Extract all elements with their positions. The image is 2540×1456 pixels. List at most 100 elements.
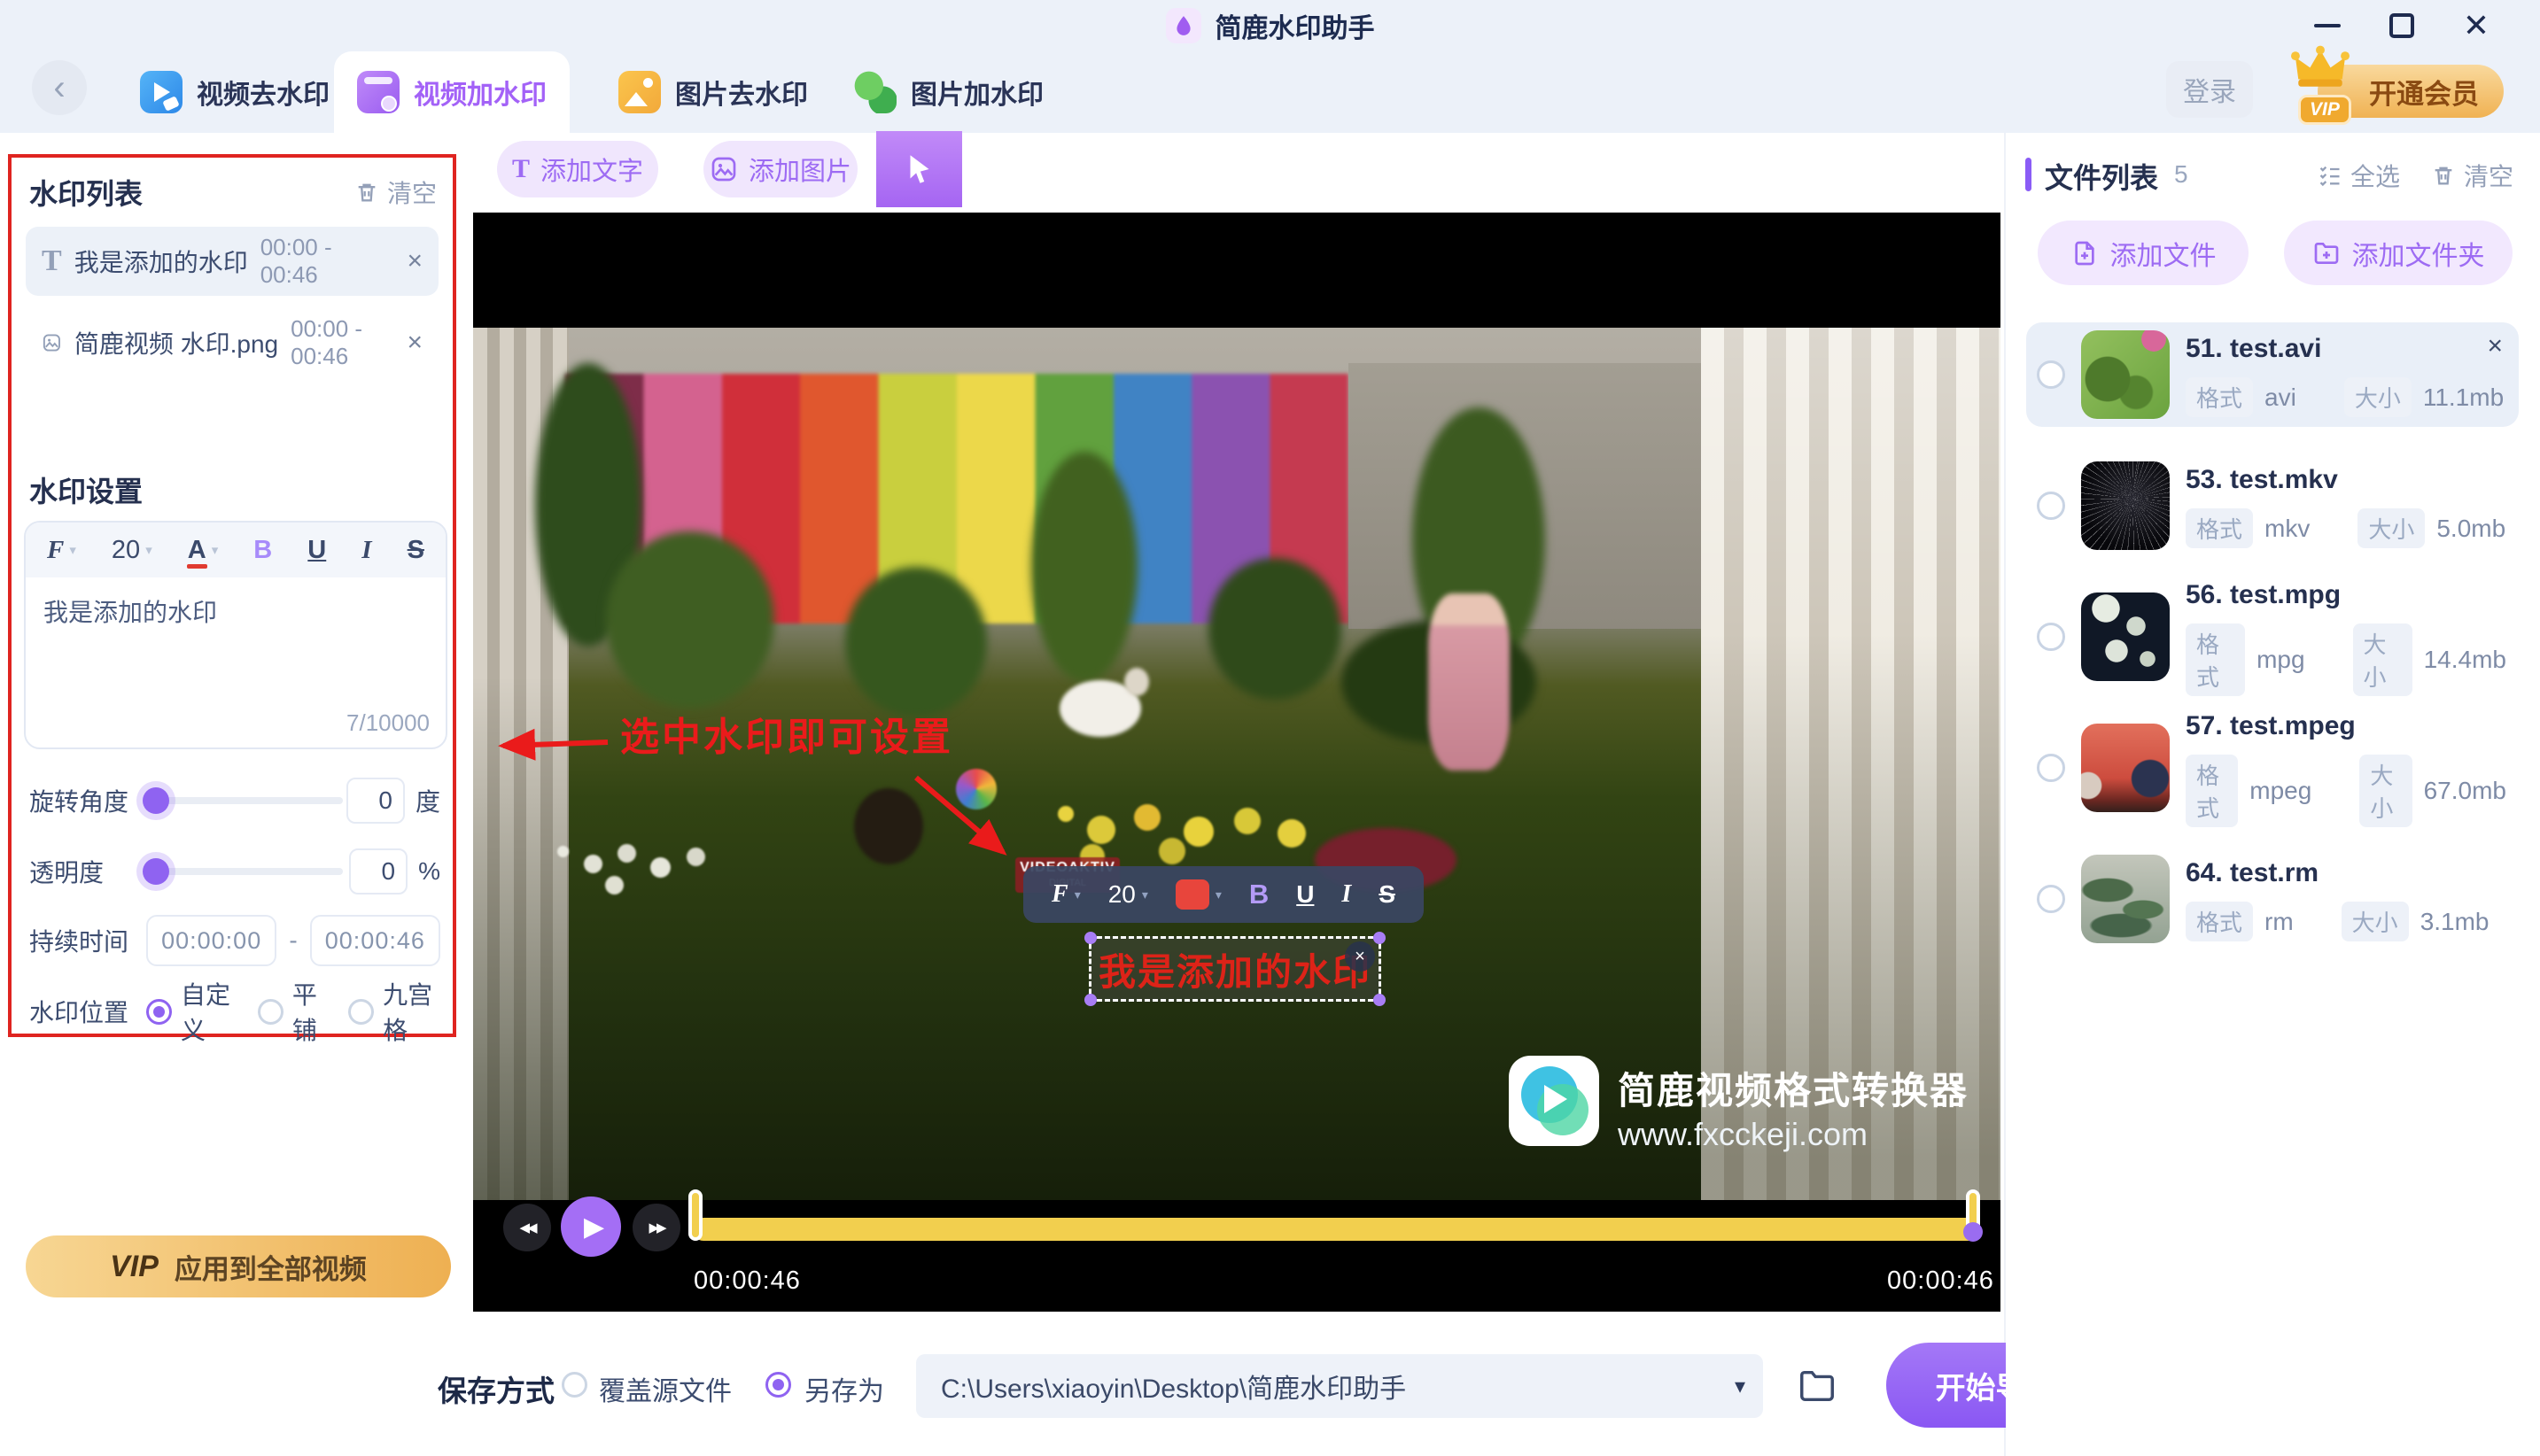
file-checkbox[interactable] (2037, 885, 2065, 913)
tab-image-add-watermark[interactable]: 图片加水印 (831, 51, 1067, 133)
bold-button[interactable]: B (1249, 879, 1269, 910)
add-folder-button[interactable]: 添加文件夹 (2284, 221, 2513, 285)
app-window: 简鹿水印助手 ✕ ‹ 视频去水印 视频加水印 图片去水印 图片加水印 登录 VI… (0, 0, 2540, 1456)
font-color-select[interactable]: ▾ (1175, 879, 1222, 910)
file-checkbox[interactable] (2037, 623, 2065, 651)
watermark-item-image[interactable]: 简鹿视频 水印.png 00:00 - 00:46 × (26, 308, 439, 377)
timeline-track[interactable] (692, 1218, 1980, 1241)
chevron-down-icon: ▾ (69, 543, 76, 558)
close-button[interactable]: ✕ (2458, 8, 2494, 43)
file-row[interactable]: 53. test.mkv 格式 mkv 大小 5.0mb (2026, 453, 2519, 558)
save-as-radio[interactable] (765, 1372, 791, 1398)
floating-format-toolbar: F ▾ 20 ▾ ▾ B U I S (1023, 866, 1424, 923)
select-all-button[interactable]: 全选 (2318, 158, 2400, 193)
output-path-input[interactable]: C:\Users\xiaoyin\Desktop\简鹿水印助手 ▾ (916, 1354, 1763, 1418)
add-text-button[interactable]: T 添加文字 (497, 141, 658, 197)
tab-image-remove-watermark[interactable]: 图片去水印 (595, 51, 831, 133)
add-file-button[interactable]: 添加文件 (2038, 221, 2249, 285)
checklist-icon (2319, 166, 2340, 187)
font-family-select[interactable]: F ▾ (1052, 880, 1081, 909)
opacity-row: 透明度 0 % (29, 847, 440, 896)
rotation-value-input[interactable]: 0 (346, 778, 405, 824)
browse-folder-button[interactable] (1795, 1364, 1839, 1408)
italic-button[interactable]: I (1341, 880, 1351, 909)
remove-watermark-icon[interactable]: × (407, 246, 423, 276)
apply-to-all-button[interactable]: VIP 应用到全部视频 (26, 1235, 451, 1297)
underline-button[interactable]: U (1296, 880, 1314, 909)
resize-handle[interactable] (1084, 994, 1097, 1006)
color-swatch (1175, 879, 1209, 910)
app-title: 简鹿水印助手 (1215, 14, 1375, 43)
strikethrough-button[interactable]: S (408, 536, 424, 565)
resize-handle[interactable] (1373, 932, 1386, 944)
folder-plus-icon (2314, 242, 2338, 264)
scene-teddy (854, 788, 923, 864)
remove-file-button[interactable]: × (2487, 331, 2503, 361)
vip-subscribe-button[interactable]: VIP 开通会员 (2291, 45, 2504, 125)
watermark-clear-button[interactable]: 清空 (354, 174, 437, 210)
scene-doll (1428, 593, 1510, 771)
file-clear-button[interactable]: 清空 (2431, 158, 2513, 193)
image-add-icon (854, 71, 897, 113)
overwrite-label: 覆盖源文件 (599, 1377, 732, 1406)
back-button[interactable]: ‹ (32, 60, 87, 115)
forward-button[interactable]: ▶▶ (633, 1204, 680, 1251)
remove-watermark-icon[interactable]: × (407, 328, 423, 358)
file-checkbox[interactable] (2037, 492, 2065, 520)
login-button[interactable]: 登录 (2166, 61, 2253, 118)
opacity-value-input[interactable]: 0 (349, 848, 408, 895)
rotation-slider-knob[interactable] (143, 787, 169, 814)
trim-handle-left[interactable] (688, 1189, 703, 1241)
duration-end-input[interactable]: 00:00:46 (309, 915, 440, 966)
add-image-button[interactable]: 添加图片 (703, 141, 858, 197)
position-option-custom[interactable]: 自定义 (146, 976, 238, 1047)
total-time: 00:00:46 (1887, 1266, 1994, 1295)
file-row[interactable]: 57. test.mpeg 格式 mpeg 大小 67.0mb (2026, 711, 2519, 827)
duration-start-input[interactable]: 00:00:00 (146, 915, 277, 966)
font-size-select[interactable]: 20 ▾ (1108, 880, 1148, 909)
position-option-grid[interactable]: 九宫格 (348, 976, 440, 1047)
file-row[interactable]: 56. test.mpg 格式 mpg 大小 14.4mb (2026, 580, 2519, 696)
selected-watermark-box[interactable]: 我是添加的水印 × (1084, 932, 1386, 1006)
tab-video-remove-watermark[interactable]: 视频去水印 (117, 51, 353, 133)
bold-button[interactable]: B (253, 536, 272, 565)
scene-flowers-yellow (1058, 806, 1074, 822)
watermark-item-text[interactable]: T 我是添加的水印 00:00 - 00:46 × (26, 227, 439, 296)
position-option-tile[interactable]: 平铺 (257, 976, 329, 1047)
file-row[interactable]: 64. test.rm 格式 rm 大小 3.1mb (2026, 847, 2519, 951)
tab-video-add-watermark[interactable]: 视频加水印 (334, 51, 570, 133)
file-checkbox[interactable] (2037, 360, 2065, 389)
scene-plant (606, 531, 774, 709)
app-logo-icon (1165, 8, 1201, 43)
opacity-slider-knob[interactable] (143, 858, 169, 885)
font-color-select[interactable]: A ▾ (186, 536, 218, 569)
overwrite-radio[interactable] (562, 1372, 587, 1398)
font-size-select[interactable]: 20 ▾ (112, 536, 152, 565)
opacity-slider[interactable] (143, 858, 343, 885)
watermark-overlay-text: 我是添加的水印 (1098, 950, 1371, 993)
file-checkbox[interactable] (2037, 754, 2065, 782)
play-button[interactable]: ▶ (561, 1197, 621, 1257)
playhead-knob[interactable] (1963, 1222, 1983, 1242)
converter-watermark-title: 简鹿视频格式转换器 (1618, 1070, 1969, 1111)
resize-handle[interactable] (1084, 932, 1097, 944)
rotation-slider[interactable] (143, 787, 343, 814)
file-row[interactable]: 51. test.avi 格式 avi 大小 11.1mb × (2026, 322, 2519, 427)
chevron-down-icon: ▾ (1734, 1374, 1745, 1398)
italic-button[interactable]: I (361, 536, 371, 565)
watermark-text-input[interactable]: 我是添加的水印 (43, 593, 217, 629)
select-tool-button[interactable] (876, 131, 962, 207)
scene-plant (1031, 452, 1138, 682)
save-as-label: 另存为 (804, 1377, 884, 1406)
vip-badge: VIP (2298, 95, 2351, 125)
maximize-icon (2389, 13, 2414, 38)
strikethrough-button[interactable]: S (1379, 880, 1395, 909)
chevron-down-icon: ▾ (145, 543, 152, 558)
delete-watermark-button[interactable]: × (1345, 941, 1375, 972)
rewind-button[interactable]: ◀◀ (503, 1204, 551, 1251)
underline-button[interactable]: U (307, 536, 326, 565)
maximize-button[interactable] (2384, 8, 2420, 43)
font-family-select[interactable]: F ▾ (47, 536, 76, 565)
resize-handle[interactable] (1373, 994, 1386, 1006)
minimize-button[interactable] (2310, 8, 2345, 43)
